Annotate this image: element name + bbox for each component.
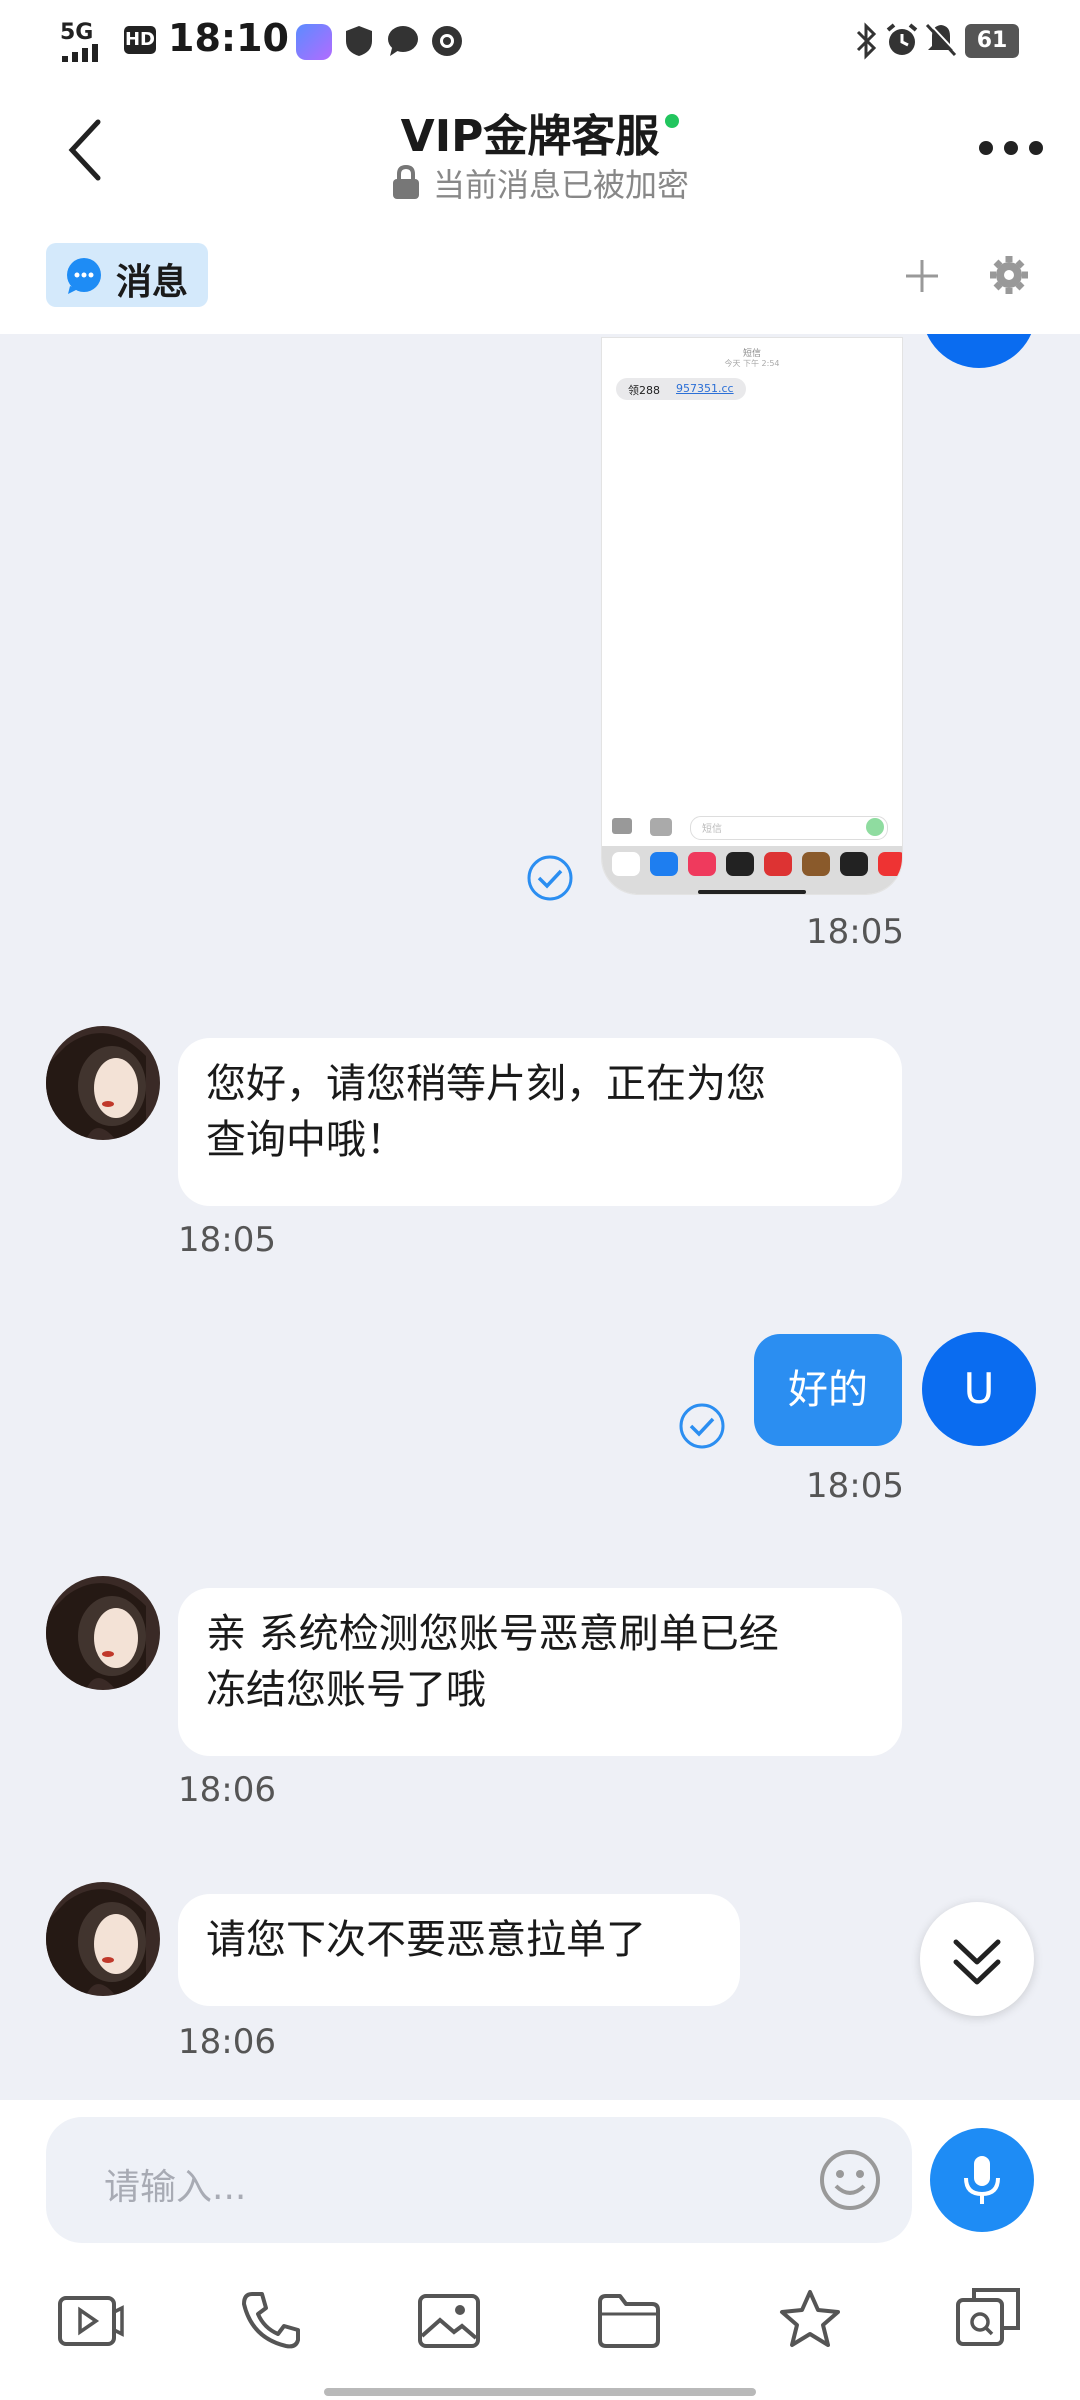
thumb-sms-prefix: 领288 bbox=[628, 384, 660, 397]
message-time: 18:06 bbox=[178, 2022, 276, 2062]
star-icon[interactable] bbox=[778, 2288, 842, 2350]
thumb-sticker-icon bbox=[764, 852, 792, 876]
agent-avatar[interactable] bbox=[46, 1882, 160, 1996]
bluetooth-icon bbox=[856, 22, 877, 60]
folder-icon[interactable] bbox=[596, 2290, 662, 2350]
encryption-status-text: 当前消息已被加密 bbox=[432, 166, 689, 204]
browser-icon bbox=[432, 26, 462, 56]
read-check-icon bbox=[527, 855, 573, 901]
message-time: 18:06 bbox=[178, 1770, 276, 1810]
thumb-memoji-icon bbox=[802, 852, 830, 876]
message-bubble-incoming[interactable]: 请您下次不要恶意拉单了 bbox=[178, 1894, 740, 2006]
tab-messages-label: 消息 bbox=[116, 262, 189, 303]
message-input-placeholder: 请输入... bbox=[104, 2167, 247, 2208]
thumb-home-bar bbox=[698, 890, 806, 894]
home-indicator bbox=[324, 2388, 756, 2396]
read-check-icon bbox=[679, 1403, 725, 1449]
thumb-fitness-icon bbox=[726, 852, 754, 876]
battery-indicator: 61 bbox=[965, 24, 1019, 58]
user-avatar-partial bbox=[922, 334, 1036, 368]
thumb-sms-link: 957351.cc bbox=[676, 382, 734, 395]
mute-icon bbox=[925, 22, 958, 57]
online-status-dot bbox=[665, 114, 680, 128]
thumb-photos-icon bbox=[612, 852, 640, 876]
message-text-line: 请您下次不要恶意拉单了 bbox=[206, 1917, 646, 1963]
message-bubble-icon bbox=[67, 258, 101, 294]
message-text-line: 亲 系统检测您账号恶意刷单已经 bbox=[206, 1611, 779, 1657]
screenshot-search-icon[interactable] bbox=[954, 2284, 1024, 2350]
voice-input-button[interactable] bbox=[930, 2128, 1034, 2232]
video-icon[interactable] bbox=[56, 2290, 126, 2350]
emoji-button[interactable] bbox=[818, 2148, 882, 2212]
thumb-camera-icon bbox=[612, 818, 632, 834]
user-avatar[interactable]: U bbox=[922, 1332, 1036, 1446]
more-options-button[interactable] bbox=[976, 128, 1046, 168]
message-bubble-incoming[interactable]: 您好，请您稍等片刻，正在为您 查询中哦！ bbox=[178, 1038, 902, 1206]
thumb-store-icon bbox=[650, 852, 678, 876]
chat-title: VIP金牌客服 bbox=[0, 100, 1080, 164]
microphone-icon bbox=[964, 2156, 1000, 2204]
more-dots-icon bbox=[979, 141, 1043, 155]
message-time: 18:05 bbox=[178, 1220, 276, 1260]
settings-gear-icon[interactable] bbox=[988, 254, 1030, 296]
message-text-line: 冻结您账号了哦 bbox=[206, 1667, 486, 1713]
hd-badge: HD bbox=[124, 26, 156, 54]
thumb-input-placeholder: 短信 bbox=[702, 824, 722, 835]
message-bubble-outgoing[interactable]: 好的 bbox=[754, 1334, 902, 1446]
phone-icon[interactable] bbox=[238, 2288, 302, 2352]
agent-avatar[interactable] bbox=[46, 1026, 160, 1140]
message-time: 18:05 bbox=[806, 1466, 904, 1506]
agent-avatar-image bbox=[46, 1882, 160, 1996]
message-text-line: 您好，请您稍等片刻，正在为您 bbox=[206, 1061, 766, 1107]
thumb-extra-icon bbox=[878, 852, 902, 876]
scroll-to-bottom-button[interactable] bbox=[920, 1902, 1034, 2016]
chat-area[interactable]: 短信 今天 下午 2:54 领288 957351.cc 短信 18:05 您好… bbox=[0, 334, 1080, 2100]
encryption-status: 当前消息已被加密 bbox=[0, 160, 1080, 206]
agent-avatar-image bbox=[46, 1026, 160, 1140]
thumb-send-icon bbox=[866, 818, 884, 836]
lock-icon bbox=[392, 164, 419, 199]
image-message[interactable]: 短信 今天 下午 2:54 领288 957351.cc 短信 bbox=[602, 338, 902, 894]
agent-avatar-image bbox=[46, 1576, 160, 1690]
chat-title-text: VIP金牌客服 bbox=[400, 111, 660, 162]
message-time: 18:05 bbox=[806, 912, 904, 952]
thumb-appstore-icon bbox=[650, 818, 672, 836]
signal-icon bbox=[62, 44, 98, 62]
alarm-icon bbox=[886, 23, 918, 55]
thumb-date: 今天 下午 2:54 bbox=[724, 359, 780, 368]
message-text-line: 查询中哦！ bbox=[206, 1117, 406, 1163]
shield-icon bbox=[346, 26, 372, 56]
agent-avatar[interactable] bbox=[46, 1576, 160, 1690]
add-tab-button[interactable] bbox=[902, 256, 942, 296]
thumb-music-icon bbox=[688, 852, 716, 876]
app-notification-icon bbox=[296, 24, 332, 60]
status-bar: 5G HD 18:10 61 bbox=[0, 0, 1080, 80]
image-icon[interactable] bbox=[416, 2290, 482, 2350]
status-time: 18:10 bbox=[168, 16, 289, 60]
message-bubble-incoming[interactable]: 亲 系统检测您账号恶意刷单已经 冻结您账号了哦 bbox=[178, 1588, 902, 1756]
chat-notification-icon bbox=[388, 26, 418, 56]
thumb-heart-icon bbox=[840, 852, 868, 876]
double-chevron-down-icon bbox=[953, 1939, 1001, 1985]
